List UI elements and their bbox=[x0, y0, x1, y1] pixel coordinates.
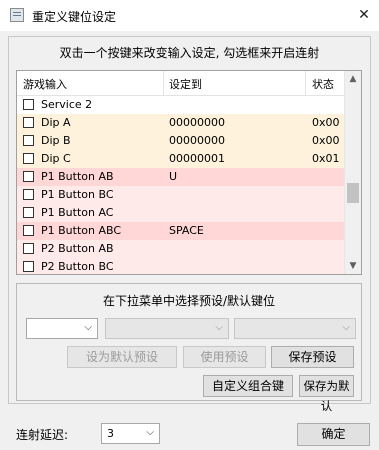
row-state: 0x00 bbox=[312, 134, 340, 147]
title-bar: 重定义键位设定 ✕ bbox=[0, 0, 379, 31]
autofire-checkbox[interactable] bbox=[23, 117, 34, 128]
set-default-preset-button[interactable]: 设为默认预设 bbox=[67, 346, 177, 368]
table-row[interactable]: Service 2 bbox=[17, 96, 346, 114]
row-mapped-key: SPACE bbox=[169, 224, 204, 237]
instruction-text: 双击一个按键来改变输入设定, 勾选框来开启连射 bbox=[59, 46, 320, 60]
save-as-default-button[interactable]: 保存为默认 bbox=[299, 375, 354, 413]
chevron-down-icon: ⌵ bbox=[342, 322, 350, 333]
header-state[interactable]: 状态 bbox=[312, 76, 334, 92]
row-input-name: P1 Button ABC bbox=[41, 224, 122, 237]
table-row[interactable]: P1 Button BC bbox=[17, 186, 346, 204]
row-input-name: P1 Button BC bbox=[41, 188, 114, 201]
autofire-checkbox[interactable] bbox=[23, 189, 34, 200]
header-mapped-to[interactable]: 设定到 bbox=[169, 76, 202, 92]
header-divider bbox=[305, 71, 306, 95]
chevron-down-icon: ⌵ bbox=[84, 322, 92, 333]
close-icon[interactable]: ✕ bbox=[349, 0, 379, 31]
autofire-checkbox[interactable] bbox=[23, 207, 34, 218]
row-input-name: P1 Button AC bbox=[41, 206, 114, 219]
remap-dialog: 重定义键位设定 ✕ 双击一个按键来改变输入设定, 勾选框来开启连射 游戏输入 设… bbox=[0, 0, 379, 450]
row-input-name: Service 2 bbox=[41, 98, 93, 111]
autofire-checkbox[interactable] bbox=[23, 153, 34, 164]
preset-select-3[interactable]: ⌵ bbox=[234, 318, 356, 339]
table-row[interactable]: Dip A 00000000 0x00 bbox=[17, 114, 346, 132]
table-row[interactable]: P1 Button AB U bbox=[17, 168, 346, 186]
autofire-checkbox[interactable] bbox=[23, 225, 34, 236]
window-title: 重定义键位设定 bbox=[32, 10, 117, 24]
row-state: 0x00 bbox=[312, 116, 340, 129]
scroll-up-icon[interactable]: ▲ bbox=[345, 71, 361, 87]
input-mapping-table[interactable]: 游戏输入 设定到 状态 Service 2 Dip A 00000000 0x00 Di… bbox=[16, 70, 362, 275]
custom-combo-button[interactable]: 自定义组合键 bbox=[203, 375, 293, 397]
autofire-checkbox[interactable] bbox=[23, 99, 34, 110]
chevron-down-icon: ⌵ bbox=[146, 427, 154, 438]
row-input-name: P1 Button AB bbox=[41, 170, 114, 183]
scroll-thumb[interactable] bbox=[347, 183, 359, 203]
save-preset-button[interactable]: 保存预设 bbox=[271, 346, 354, 368]
header-game-input[interactable]: 游戏输入 bbox=[23, 76, 67, 92]
table-row[interactable]: P2 Button BC bbox=[17, 258, 346, 274]
autofire-checkbox[interactable] bbox=[23, 243, 34, 254]
header-divider bbox=[163, 71, 164, 95]
table-row[interactable]: Dip B 00000000 0x00 bbox=[17, 132, 346, 150]
row-mapped-key: 00000000 bbox=[169, 134, 225, 147]
autofire-checkbox[interactable] bbox=[23, 171, 34, 182]
autofire-delay-label: 连射延迟: bbox=[16, 428, 69, 442]
ok-button[interactable]: 确定 bbox=[297, 423, 370, 446]
row-input-name: P2 Button BC bbox=[41, 260, 114, 273]
row-mapped-key: 00000000 bbox=[169, 116, 225, 129]
row-input-name: P2 Button AB bbox=[41, 242, 114, 255]
row-input-name: Dip C bbox=[41, 152, 71, 165]
row-mapped-key: 00000001 bbox=[169, 152, 225, 165]
preset-select-2[interactable]: ⌵ bbox=[105, 318, 229, 339]
row-input-name: Dip B bbox=[41, 134, 71, 147]
autofire-checkbox[interactable] bbox=[23, 135, 34, 146]
scroll-down-icon[interactable]: ▼ bbox=[345, 258, 361, 274]
table-row[interactable]: P1 Button AC bbox=[17, 204, 346, 222]
use-preset-button[interactable]: 使用预设 bbox=[183, 346, 266, 368]
row-mapped-key: U bbox=[169, 170, 178, 183]
preset-select-1[interactable]: ⌵ bbox=[26, 318, 98, 339]
table-header: 游戏输入 设定到 状态 bbox=[17, 71, 346, 96]
autofire-delay-select[interactable]: 3 ⌵ bbox=[101, 423, 160, 444]
chevron-down-icon: ⌵ bbox=[215, 322, 223, 333]
row-input-name: Dip A bbox=[41, 116, 71, 129]
table-row[interactable]: P1 Button ABC SPACE bbox=[17, 222, 346, 240]
table-row[interactable]: Dip C 00000001 0x01 bbox=[17, 150, 346, 168]
preset-label: 在下拉菜单中选择预设/默认键位 bbox=[102, 294, 276, 308]
autofire-checkbox[interactable] bbox=[23, 261, 34, 272]
row-state: 0x01 bbox=[312, 152, 340, 165]
table-row[interactable]: P2 Button AB bbox=[17, 240, 346, 258]
autofire-delay-value: 3 bbox=[107, 427, 114, 440]
app-icon bbox=[10, 8, 24, 22]
vertical-scrollbar[interactable]: ▲ ▼ bbox=[344, 71, 361, 274]
